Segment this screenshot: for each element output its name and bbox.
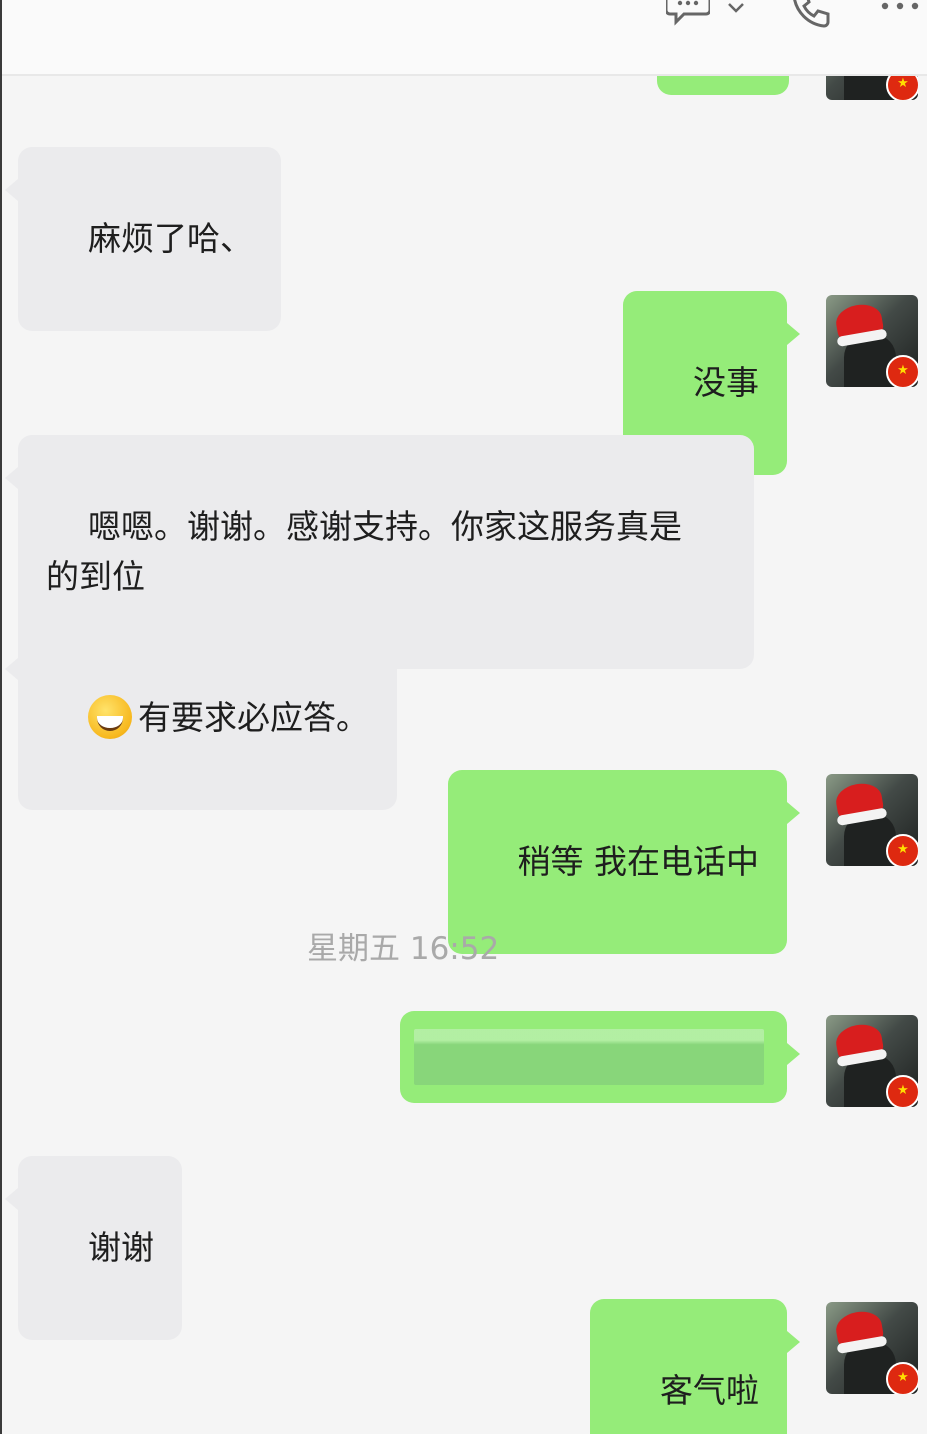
message-text: 麻烦了哈、 bbox=[87, 219, 253, 258]
message-text: 有要求必应答。 bbox=[137, 698, 369, 737]
my-avatar[interactable]: ★ bbox=[826, 1302, 918, 1394]
my-avatar[interactable]: ★ bbox=[826, 774, 918, 866]
chat-messages[interactable]: ★ 麻烦了哈、 没事 ★ 嗯嗯。谢谢。感谢支持。你家这服务真是 的到位 有要求必… bbox=[2, 76, 927, 1434]
redacted-content bbox=[414, 1029, 764, 1085]
message-bubble-incoming[interactable]: 麻烦了哈、 bbox=[5, 147, 281, 331]
message-text: 客气啦 bbox=[660, 1371, 759, 1410]
more-icon[interactable] bbox=[878, 0, 922, 20]
message-bubble-outgoing-redacted[interactable] bbox=[400, 1011, 800, 1103]
message-timestamp: 星期五 16:52 bbox=[307, 931, 500, 967]
message-text: 谢谢 bbox=[87, 1228, 154, 1267]
chevron-down-icon[interactable] bbox=[726, 0, 746, 19]
my-avatar[interactable]: ★ bbox=[826, 295, 918, 387]
message-text: 嗯嗯。谢谢。感谢支持。你家这服务真是 的到位 bbox=[46, 507, 682, 596]
message-bubble-incoming[interactable]: 谢谢 bbox=[5, 1156, 182, 1340]
grinning-emoji-icon bbox=[87, 694, 132, 739]
chat-header bbox=[2, 0, 927, 76]
my-avatar[interactable]: ★ bbox=[826, 76, 918, 100]
message-bubble-incoming[interactable]: 有要求必应答。 bbox=[5, 626, 397, 810]
message-text: 稍等 我在电话中 bbox=[517, 842, 760, 881]
partial-message-bubble[interactable] bbox=[657, 76, 789, 95]
message-bubble-outgoing[interactable]: 客气啦 bbox=[590, 1299, 800, 1434]
my-avatar[interactable]: ★ bbox=[826, 1015, 918, 1107]
phone-icon[interactable] bbox=[788, 0, 834, 34]
message-text: 没事 bbox=[693, 363, 759, 402]
chat-bubble-icon[interactable] bbox=[664, 0, 712, 30]
